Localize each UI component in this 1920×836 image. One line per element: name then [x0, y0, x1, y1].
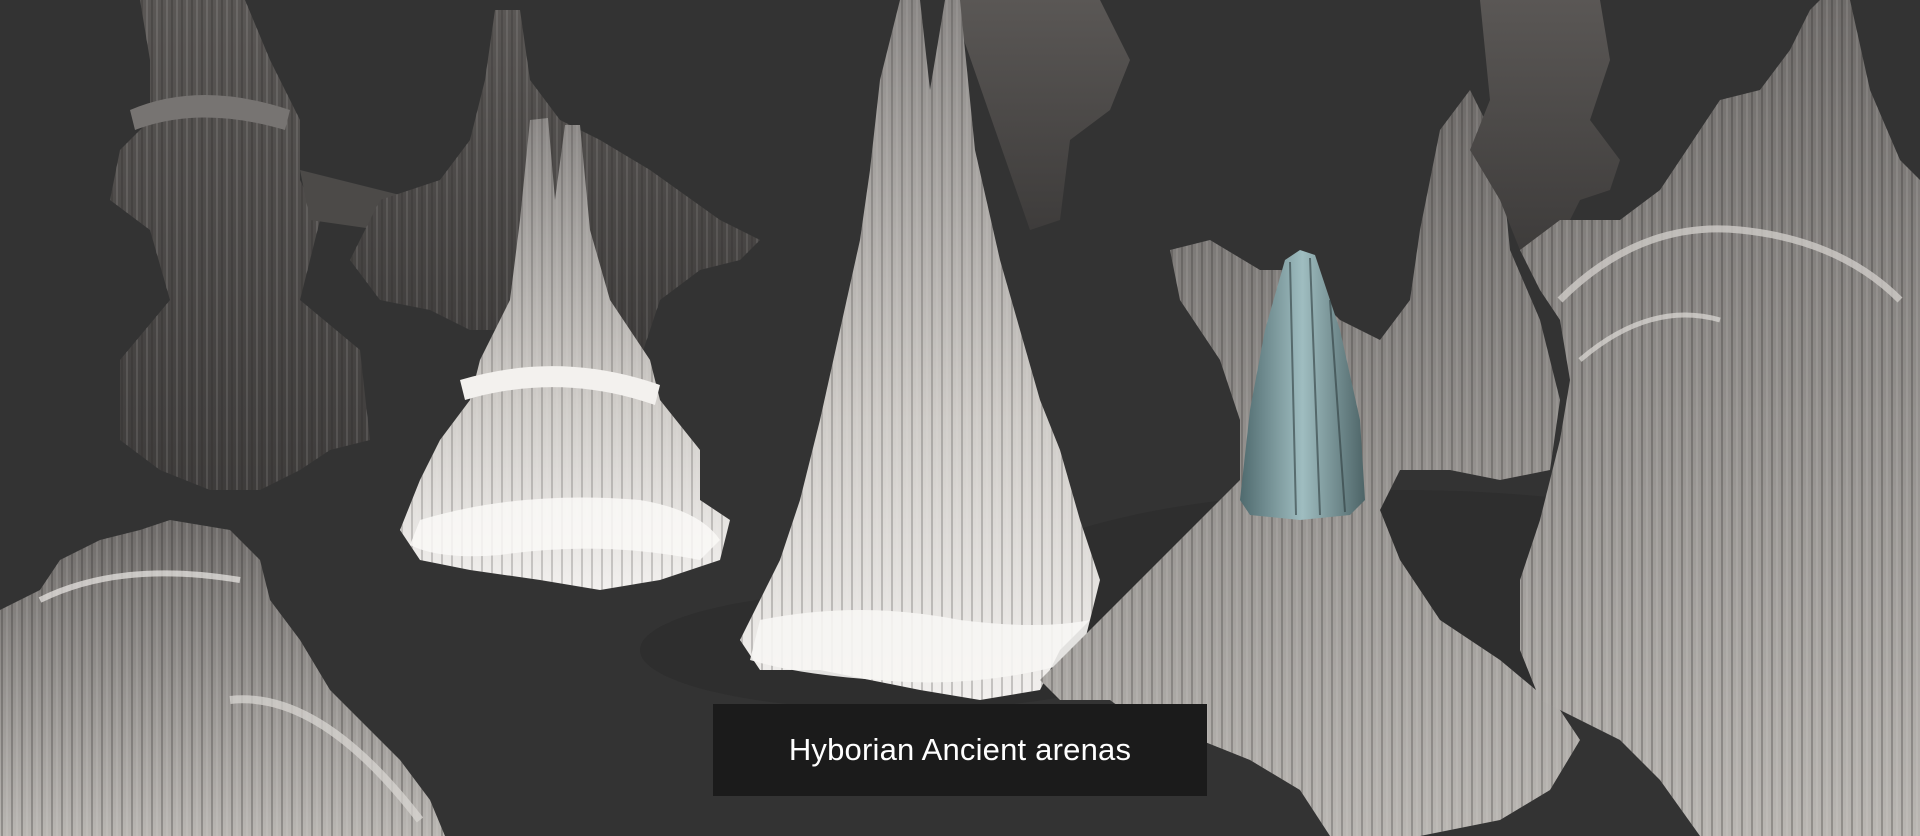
tall-spire-tower-center	[740, 0, 1130, 700]
caption-title: Hyborian Ancient arenas	[788, 732, 1132, 767]
render-scene: Hyborian Ancient arenas	[0, 0, 1920, 836]
arena-bridge-bottom-left	[0, 520, 445, 836]
caption-banner: Hyborian Ancient arenas	[713, 704, 1207, 796]
